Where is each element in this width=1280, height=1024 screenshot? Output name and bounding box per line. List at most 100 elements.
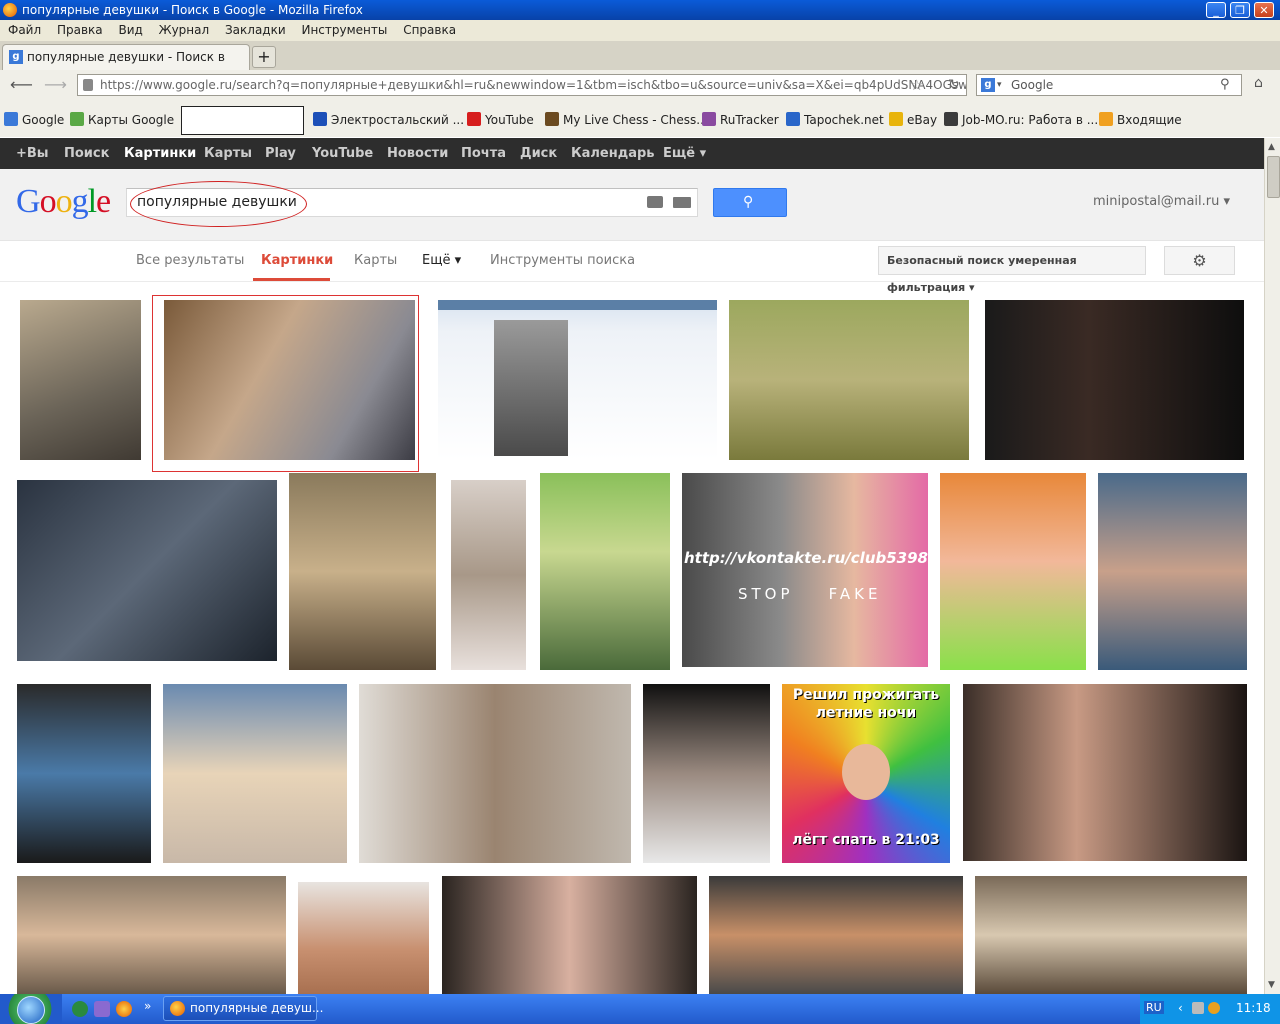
language-indicator[interactable]: RU	[1144, 1001, 1164, 1014]
image-result[interactable]	[643, 684, 770, 863]
gbar-mail[interactable]: Почта	[461, 138, 506, 169]
image-result[interactable]	[451, 480, 526, 670]
menu-bookmarks[interactable]: Закладки	[221, 20, 290, 41]
camera-icon[interactable]	[647, 196, 663, 208]
google-engine-icon[interactable]: g	[981, 78, 995, 92]
network-icon[interactable]	[1192, 1002, 1204, 1014]
image-result[interactable]: http://vkontakte.ru/club5398981 STOP FAK…	[682, 473, 959, 667]
forward-arrow-icon[interactable]: ⟶	[44, 75, 67, 94]
lock-icon	[83, 79, 93, 91]
search-icon[interactable]: ⚲	[1220, 75, 1230, 95]
image-result[interactable]	[975, 876, 1247, 994]
engine-dropdown-icon[interactable]: ▾	[997, 75, 1002, 95]
menu-tools[interactable]: Инструменты	[297, 20, 391, 41]
scrollbar-thumb[interactable]	[1267, 156, 1280, 198]
minimize-button[interactable]: _	[1206, 2, 1226, 18]
scroll-down-arrow-icon[interactable]: ▼	[1268, 980, 1275, 990]
image-result[interactable]	[359, 684, 631, 863]
url-bar[interactable]: https://www.google.ru/search?q=популярны…	[77, 74, 967, 96]
meme-bottom-text: лёгт спать в 21:03	[792, 832, 940, 848]
bookmark-ebay[interactable]: eBay	[889, 112, 937, 128]
image-result[interactable]	[298, 882, 429, 994]
browser-search-box[interactable]: g ▾ Google ⚲	[976, 74, 1242, 96]
gbar-maps[interactable]: Карты	[204, 138, 252, 169]
tray-app-icon[interactable]	[1208, 1002, 1220, 1014]
image-result[interactable]	[963, 684, 1247, 861]
image-result[interactable]	[20, 300, 141, 460]
active-tab-underline	[253, 278, 330, 281]
gbar-play[interactable]: Play	[265, 138, 296, 169]
bookmark-youtube[interactable]: YouTube	[467, 112, 534, 128]
menu-help[interactable]: Справка	[399, 20, 460, 41]
bookmark-inbox[interactable]: Входящие	[1099, 112, 1182, 128]
start-button[interactable]	[0, 994, 62, 1024]
tab-maps[interactable]: Карты	[354, 253, 397, 268]
gbar-images[interactable]: Картинки	[124, 138, 196, 169]
system-tray: RU ‹ 11:18	[1140, 994, 1280, 1024]
bookmark-star-icon[interactable]: ☆	[910, 75, 923, 95]
gbar-youtube[interactable]: YouTube	[312, 138, 373, 169]
image-result[interactable]	[729, 300, 969, 460]
scroll-up-arrow-icon[interactable]: ▲	[1268, 142, 1275, 152]
bookmark-tapochek[interactable]: Tapochek.net	[786, 112, 884, 128]
gbar-plus-you[interactable]: +Вы	[16, 138, 49, 169]
google-logo[interactable]: Google	[16, 183, 111, 221]
quicklaunch-more-icon[interactable]: »	[144, 999, 151, 1013]
image-result[interactable]	[163, 684, 347, 863]
gear-icon[interactable]: ⚙	[1164, 246, 1235, 275]
image-result[interactable]	[438, 300, 717, 460]
image-result[interactable]	[940, 473, 1086, 670]
search-input[interactable]: популярные девушки	[126, 181, 698, 227]
image-result[interactable]	[985, 300, 1244, 460]
account-menu[interactable]: minipostal@mail.ru ▾	[1093, 194, 1230, 209]
image-result[interactable]	[17, 876, 286, 994]
tab-more[interactable]: Ещё ▾	[422, 253, 461, 268]
bookmark-empty-box[interactable]	[181, 106, 304, 135]
firefox-quicklaunch-icon[interactable]	[116, 1001, 132, 1017]
image-result[interactable]	[540, 473, 670, 670]
new-tab-button[interactable]: +	[252, 46, 276, 68]
gbar-search[interactable]: Поиск	[64, 138, 109, 169]
gbar-more[interactable]: Ещё ▾	[663, 138, 706, 169]
mail-icon	[1099, 112, 1113, 126]
close-button[interactable]: ✕	[1254, 2, 1274, 18]
bookmark-elektrostal[interactable]: Электростальский ...	[313, 112, 464, 128]
reload-icon[interactable]: ↻	[948, 75, 960, 95]
maximize-button[interactable]: ❐	[1230, 2, 1250, 18]
image-result[interactable]	[289, 473, 436, 670]
bookmark-google[interactable]: Google	[4, 112, 64, 128]
image-result[interactable]: Решил прожигать летние ночи лёгт спать в…	[782, 684, 950, 863]
search-button[interactable]: ⚲	[713, 188, 787, 217]
image-result[interactable]	[1098, 473, 1247, 670]
vs-icon[interactable]	[94, 1001, 110, 1017]
tray-arrow-icon[interactable]: ‹	[1178, 1001, 1183, 1015]
image-result[interactable]	[17, 480, 277, 661]
menu-edit[interactable]: Правка	[53, 20, 107, 41]
tab-images[interactable]: Картинки	[261, 253, 333, 268]
gbar-news[interactable]: Новости	[387, 138, 448, 169]
bookmark-job-mo[interactable]: Job-MO.ru: Работа в ...	[944, 112, 1098, 128]
menu-history[interactable]: Журнал	[155, 20, 214, 41]
menu-view[interactable]: Вид	[114, 20, 146, 41]
image-result[interactable]	[17, 684, 151, 863]
back-arrow-icon[interactable]: ⟵	[10, 75, 33, 94]
gbar-calendar[interactable]: Календарь	[571, 138, 655, 169]
keyboard-icon[interactable]	[673, 197, 691, 208]
vertical-scrollbar[interactable]: ▲ ▼	[1264, 138, 1280, 994]
bookmark-google-maps[interactable]: Карты Google	[70, 112, 174, 128]
utorrent-icon[interactable]	[72, 1001, 88, 1017]
safe-search-dropdown[interactable]: Безопасный поиск умеренная фильтрация ▾	[878, 246, 1146, 294]
bookmark-rutracker[interactable]: RuTracker	[702, 112, 779, 128]
tab-all-results[interactable]: Все результаты	[136, 253, 244, 268]
gbar-drive[interactable]: Диск	[520, 138, 557, 169]
tab-google-search[interactable]: g популярные девушки - Поиск в Google	[2, 44, 250, 88]
image-result[interactable]	[442, 876, 697, 994]
selected-image-frame	[152, 295, 419, 472]
bookmark-mylivechess[interactable]: My Live Chess - Chess...	[545, 112, 708, 128]
home-icon[interactable]: ⌂	[1254, 75, 1263, 91]
tab-search-tools[interactable]: Инструменты поиска	[490, 253, 635, 268]
taskbar-firefox-window[interactable]: популярные девуш...	[163, 996, 323, 1021]
navigation-bar: ⟵ ⟶ https://www.google.ru/search?q=попул…	[0, 70, 1280, 102]
menu-file[interactable]: Файл	[4, 20, 45, 41]
image-result[interactable]	[709, 876, 963, 994]
